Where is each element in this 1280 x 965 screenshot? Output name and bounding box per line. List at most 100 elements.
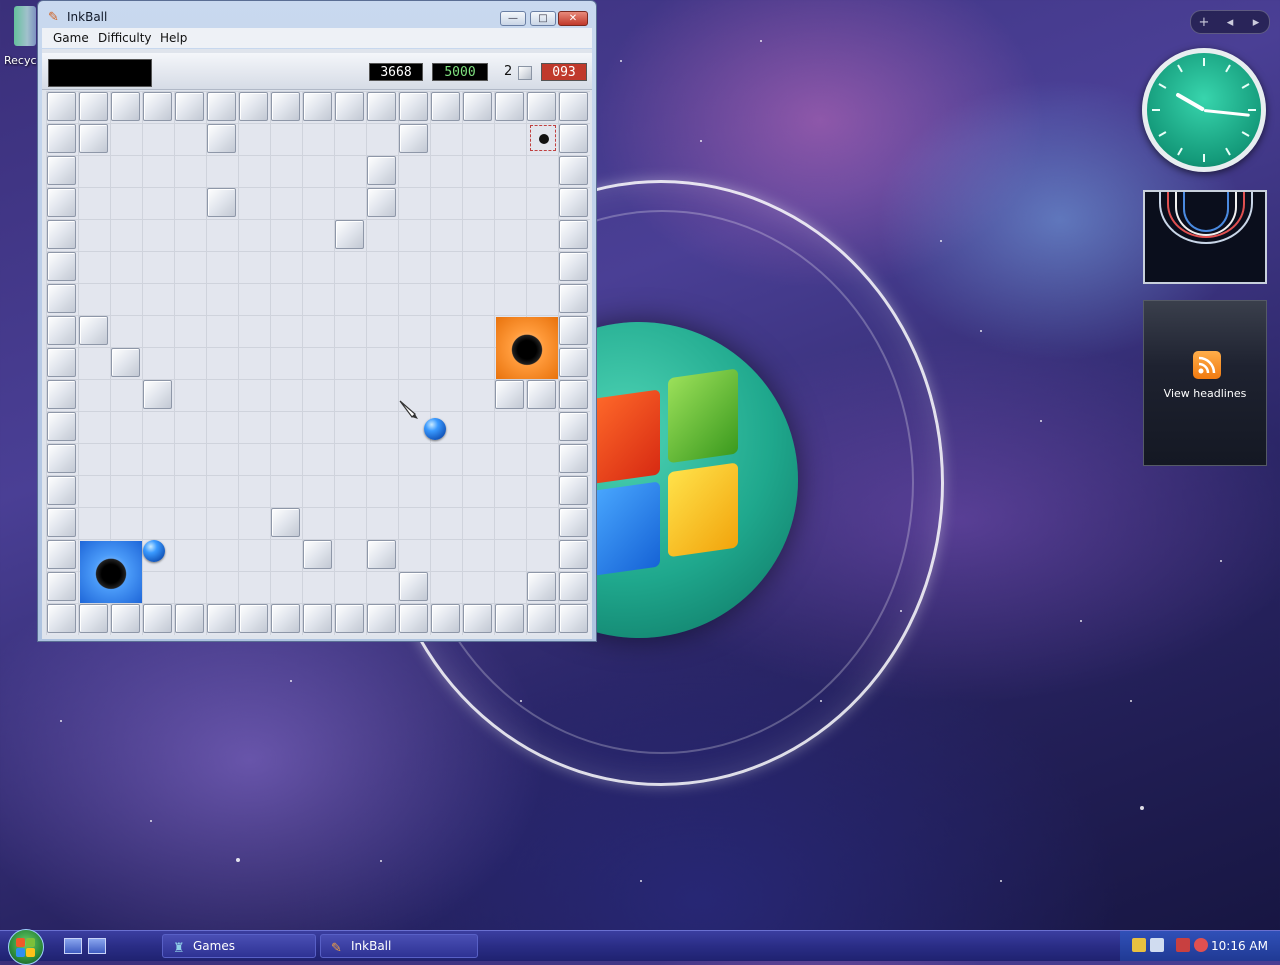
wall-brick xyxy=(79,92,108,121)
wall-brick xyxy=(399,572,428,601)
volume-muted-icon[interactable] xyxy=(1194,938,1208,952)
wall-brick xyxy=(47,412,76,441)
wall-brick xyxy=(47,284,76,313)
pen-cursor xyxy=(398,399,420,425)
wall-brick xyxy=(207,188,236,217)
minimize-button[interactable]: — xyxy=(500,11,526,26)
wall-brick xyxy=(399,92,428,121)
orange-goal-hole xyxy=(496,317,558,379)
balls-remaining: 2 xyxy=(504,64,513,79)
clock-tick xyxy=(1177,64,1183,73)
wall-brick xyxy=(239,92,268,121)
next-gadget-page-button[interactable]: ▸ xyxy=(1243,15,1269,30)
wall-brick xyxy=(47,572,76,601)
security-shield-icon[interactable] xyxy=(1132,938,1146,952)
wall-brick xyxy=(463,92,492,121)
taskbar-clock[interactable]: 10:16 AM xyxy=(1211,939,1268,953)
game-board[interactable] xyxy=(46,91,590,635)
ink-color-display xyxy=(48,59,152,87)
show-desktop-icon[interactable] xyxy=(64,938,82,954)
wall-brick xyxy=(111,348,140,377)
previous-gadget-page-button[interactable]: ◂ xyxy=(1217,15,1243,30)
slideshow-gadget[interactable] xyxy=(1143,190,1267,284)
wall-brick xyxy=(559,284,588,313)
clock-tick xyxy=(1158,131,1167,137)
wall-brick xyxy=(367,604,396,633)
wall-brick xyxy=(47,348,76,377)
taskbar-item-label: InkBall xyxy=(351,939,392,953)
wall-brick xyxy=(335,604,364,633)
recycle-bin-icon xyxy=(14,6,36,46)
inkball-icon: ✎ xyxy=(331,941,342,956)
clock-minute-hand xyxy=(1203,109,1250,117)
window-title: InkBall xyxy=(67,10,108,24)
wall-brick xyxy=(79,316,108,345)
wall-brick xyxy=(335,220,364,249)
add-gadget-button[interactable]: + xyxy=(1191,15,1217,30)
clock-gadget[interactable] xyxy=(1142,48,1266,172)
game-area: 3668 5000 2 093 xyxy=(42,49,592,639)
view-headlines-link[interactable]: View headlines xyxy=(1144,387,1266,400)
wall-brick xyxy=(47,444,76,473)
wall-brick xyxy=(559,412,588,441)
menu-game[interactable]: Game xyxy=(53,31,89,45)
sidebar-controls: + ◂ ▸ xyxy=(1190,10,1270,34)
wall-brick xyxy=(207,604,236,633)
clock-tick xyxy=(1248,109,1256,111)
menu-difficulty[interactable]: Difficulty xyxy=(98,31,152,45)
title-bar[interactable]: ✎ InkBall — □ ✕ xyxy=(38,1,596,31)
rss-feed-icon xyxy=(1193,351,1221,379)
recycle-bin[interactable]: Recyc xyxy=(0,0,40,70)
wall-brick xyxy=(367,188,396,217)
wall-brick xyxy=(47,380,76,409)
wall-brick xyxy=(559,604,588,633)
wall-brick xyxy=(495,604,524,633)
wall-brick xyxy=(559,156,588,185)
games-icon: ♜ xyxy=(173,941,185,956)
wall-brick xyxy=(559,92,588,121)
inkball-icon: ✎ xyxy=(48,10,59,25)
system-tray: 10:16 AM xyxy=(1120,931,1280,961)
window-tray-icon[interactable] xyxy=(1150,938,1164,952)
wall-brick xyxy=(143,380,172,409)
menu-help[interactable]: Help xyxy=(160,31,187,45)
blue-ball xyxy=(143,540,165,562)
wall-brick xyxy=(399,124,428,153)
current-score: 3668 xyxy=(369,63,423,81)
wall-brick xyxy=(559,252,588,281)
wall-brick xyxy=(175,92,204,121)
switch-windows-icon[interactable] xyxy=(88,938,106,954)
wall-brick xyxy=(47,124,76,153)
wall-brick xyxy=(143,92,172,121)
clock-tick xyxy=(1158,83,1167,89)
wall-brick xyxy=(47,188,76,217)
wall-brick xyxy=(431,604,460,633)
wall-brick xyxy=(47,604,76,633)
wall-brick xyxy=(303,604,332,633)
wall-brick xyxy=(335,92,364,121)
recycle-bin-label: Recyc xyxy=(4,54,37,67)
wall-brick xyxy=(559,380,588,409)
score-bar: 3668 5000 2 093 xyxy=(42,53,592,90)
wall-brick xyxy=(495,92,524,121)
taskbar: ♜ Games ✎ InkBall 10:16 AM xyxy=(0,929,1280,965)
wall-brick xyxy=(527,604,556,633)
wall-brick xyxy=(367,92,396,121)
clock-tick xyxy=(1225,147,1231,156)
taskbar-item-inkball[interactable]: ✎ InkBall xyxy=(320,934,478,958)
network-icon[interactable] xyxy=(1176,938,1190,952)
feed-headlines-gadget[interactable]: View headlines xyxy=(1143,300,1267,466)
taskbar-item-games[interactable]: ♜ Games xyxy=(162,934,316,958)
maximize-button[interactable]: □ xyxy=(530,11,556,26)
wall-brick xyxy=(47,156,76,185)
close-button[interactable]: ✕ xyxy=(558,11,588,26)
clock-tick xyxy=(1241,83,1250,89)
gray-hole xyxy=(530,125,556,151)
wall-brick xyxy=(207,124,236,153)
wall-brick xyxy=(47,220,76,249)
clock-tick xyxy=(1203,154,1205,162)
wall-brick xyxy=(463,604,492,633)
wall-brick xyxy=(303,92,332,121)
wall-brick xyxy=(47,508,76,537)
wall-brick xyxy=(239,604,268,633)
